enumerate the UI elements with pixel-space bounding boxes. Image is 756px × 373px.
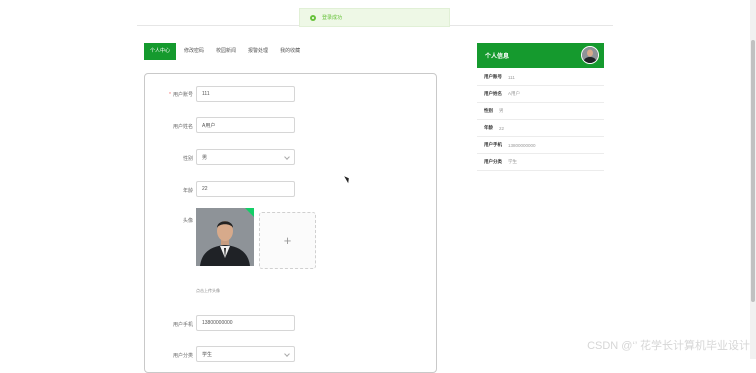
phone-input[interactable]: 13800000000 — [196, 315, 295, 331]
plus-icon: + — [283, 233, 292, 248]
uploaded-check-icon — [245, 208, 254, 217]
success-toast: 登录成功 — [299, 8, 450, 27]
type-select[interactable]: 学生 — [196, 346, 295, 362]
tab-profile[interactable]: 个人中心 — [144, 43, 177, 60]
tab-bar: 个人中心 修改密码 校园新闻 报警处理 我的收藏 — [144, 43, 306, 60]
success-icon — [310, 14, 316, 21]
chevron-down-icon — [284, 154, 290, 160]
type-label: 用户分类 — [172, 353, 193, 359]
gender-label: 性别 — [182, 156, 193, 162]
tab-favorites[interactable]: 我的收藏 — [274, 43, 306, 60]
person-avatar-icon — [582, 47, 598, 63]
phone-label: 用户手机 — [172, 322, 193, 328]
info-row-gender: 性别 男 — [477, 103, 604, 120]
tab-campus-news[interactable]: 校园新闻 — [210, 43, 242, 60]
gender-select[interactable]: 男 — [196, 149, 295, 165]
info-row-type: 用户分类 学生 — [477, 154, 604, 171]
profile-form: * 用户账号 111 用户姓名 A用户 性别 男 年龄 22 头像 + 点击上传头… — [144, 73, 437, 373]
account-label: * 用户账号 — [169, 92, 193, 98]
name-label: 用户姓名 — [172, 124, 193, 130]
avatar-preview[interactable] — [196, 208, 254, 266]
info-row-account: 用户账号 111 — [477, 69, 604, 86]
age-input[interactable]: 22 — [196, 181, 295, 197]
account-input[interactable]: 111 — [196, 86, 295, 102]
tab-alarm-handling[interactable]: 报警处理 — [242, 43, 274, 60]
avatar — [581, 46, 599, 64]
chevron-down-icon — [284, 351, 290, 357]
upload-tip: 点击上传头像 — [196, 288, 220, 293]
avatar-label: 头像 — [182, 218, 193, 224]
info-row-name: 用户姓名 A用户 — [477, 86, 604, 103]
age-label: 年龄 — [182, 188, 193, 194]
tab-change-password[interactable]: 修改密码 — [178, 43, 210, 60]
profile-panel-title: 个人信息 — [485, 54, 510, 60]
watermark: CSDN @‘’ 花学长计算机毕业设计 — [587, 340, 750, 352]
avatar-upload-button[interactable]: + — [259, 212, 316, 269]
info-row-age: 年龄 22 — [477, 120, 604, 137]
profile-panel-header: 个人信息 — [477, 43, 604, 68]
scrollbar-thumb[interactable] — [751, 40, 755, 302]
toast-message: 登录成功 — [322, 15, 343, 21]
name-input[interactable]: A用户 — [196, 117, 295, 133]
page-scrollbar[interactable] — [750, 0, 756, 359]
info-row-phone: 用户手机 13800000000 — [477, 137, 604, 154]
